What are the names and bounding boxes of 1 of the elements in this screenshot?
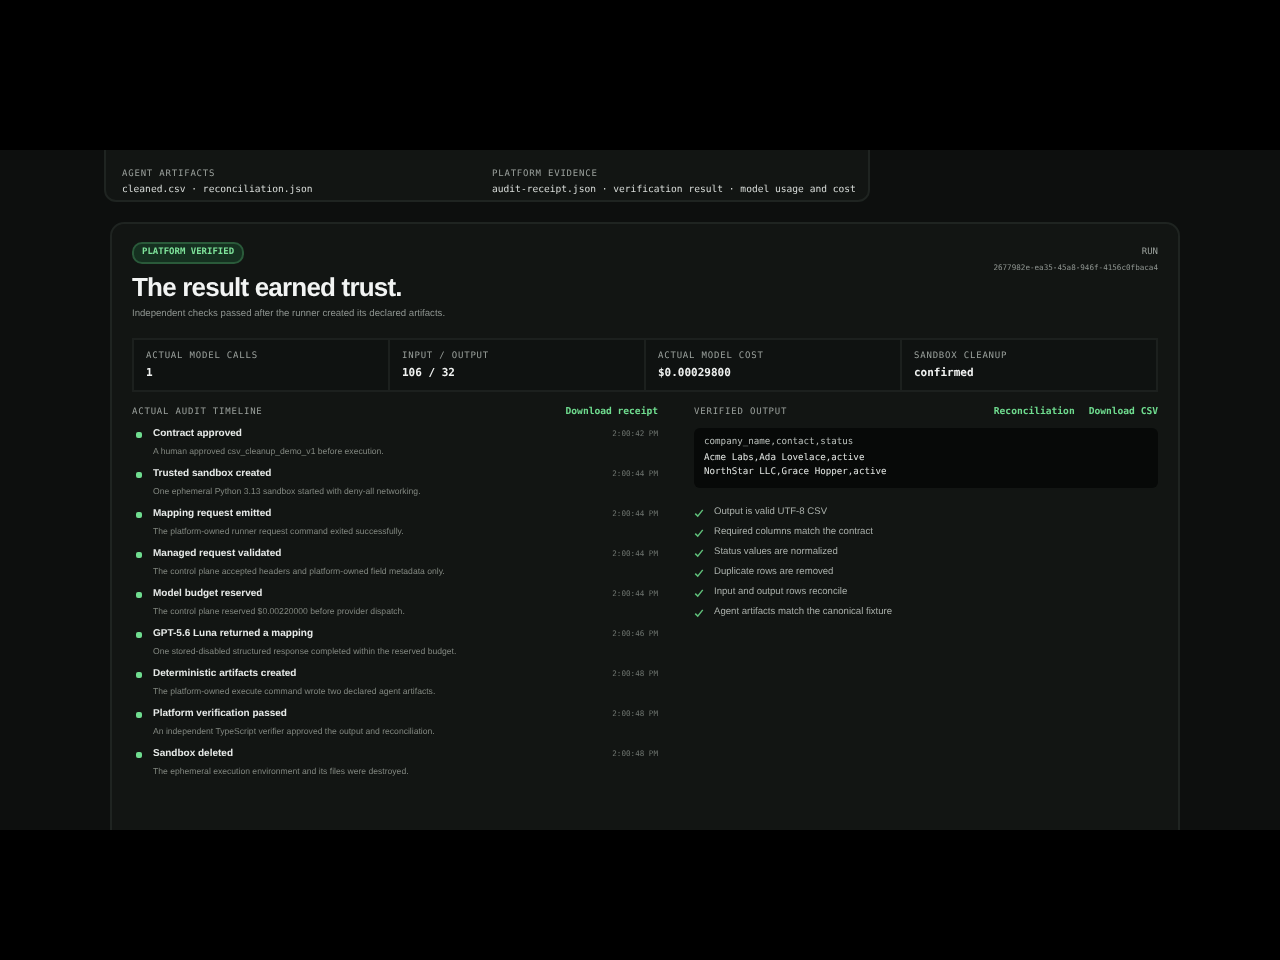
result-title: The result earned trust. bbox=[132, 272, 402, 302]
